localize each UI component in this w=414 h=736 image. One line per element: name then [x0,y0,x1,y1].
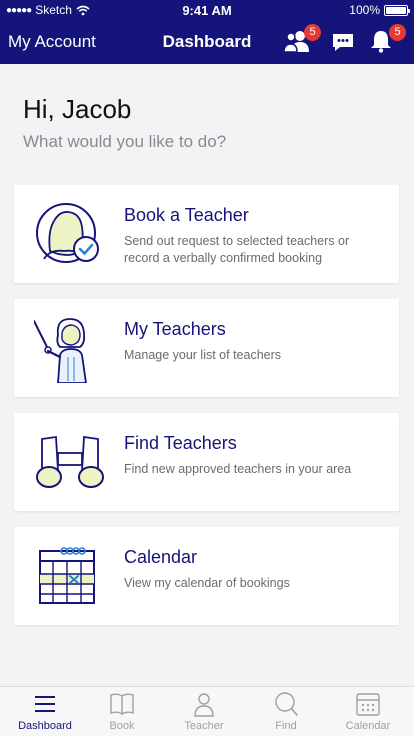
nav-bar: My Account Dashboard 5 5 [0,20,414,64]
status-bar: ●●●●● Sketch 9:41 AM 100% [0,0,414,20]
search-icon [275,692,298,716]
person-icon [194,693,214,717]
calendar-icon [356,693,380,716]
card-description: Find new approved teachers in your area [124,462,352,476]
tab-label: Book [109,720,135,732]
tab-teacher[interactable]: Teacher [163,687,245,736]
tab-calendar[interactable]: Calendar [327,687,409,736]
book-icon [110,693,134,715]
battery-icon [384,4,410,16]
tab-dashboard[interactable]: Dashboard [4,687,86,736]
greeting-question: What would you like to do? [23,132,227,151]
card-title: Book a Teacher [124,205,249,225]
notifications-badge: 5 [389,24,406,41]
find-teachers-card[interactable]: Find Teachers Find new approved teachers… [14,413,399,511]
tab-bar: Dashboard Book Teacher Find Calendar [0,686,414,736]
chat-icon [333,34,353,51]
my-teachers-card[interactable]: My Teachers Manage your list of teachers [14,299,399,397]
contacts-badge: 5 [304,24,321,41]
book-teacher-card[interactable]: Book a Teacher Send out request to selec… [14,185,399,283]
notifications-button[interactable]: 5 [368,24,406,58]
card-description: Manage your list of teachers [124,348,282,362]
battery-percent: 100% [349,3,380,17]
tab-label: Calendar [345,720,391,732]
teacher-avatar-check-icon [36,203,99,263]
battery-group: 100% [349,3,410,17]
top-bar: ●●●●● Sketch 9:41 AM 100% My Account Das… [0,0,414,64]
binoculars-icon [36,435,104,488]
menu-icon [35,696,55,712]
teacher-pointer-icon [34,318,87,383]
card-description: View my calendar of bookings [124,576,290,590]
tab-label: Dashboard [18,720,72,732]
card-description: Send out request to selected teachers or… [124,234,350,265]
greeting-heading: Hi, Jacob [23,94,132,124]
tab-find[interactable]: Find [245,687,327,736]
card-title: Find Teachers [124,433,237,453]
messages-button[interactable] [330,28,360,58]
calendar-illustration-icon [39,547,95,604]
contacts-button[interactable]: 5 [283,24,321,58]
tab-label: Teacher [184,720,224,732]
card-title: My Teachers [124,319,226,339]
tab-book[interactable]: Book [81,687,163,736]
my-account-link[interactable]: My Account [8,32,96,52]
card-title: Calendar [124,547,198,567]
calendar-card[interactable]: Calendar View my calendar of bookings [14,527,399,625]
tab-label: Find [275,720,297,732]
